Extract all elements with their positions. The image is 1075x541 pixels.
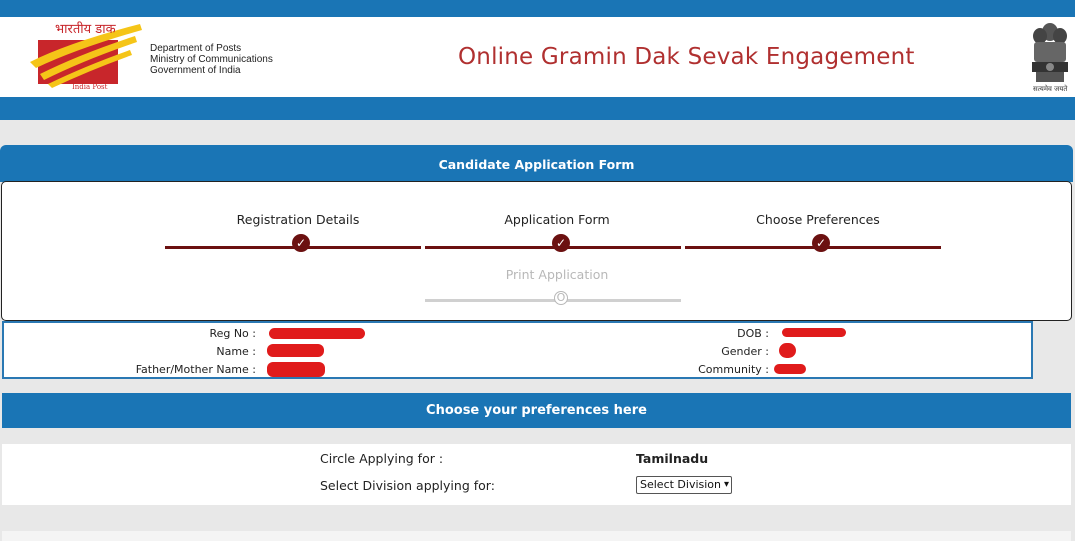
chevron-down-icon: ▾ <box>723 479 729 490</box>
circle-icon: O <box>554 291 568 305</box>
step-label-registration: Registration Details <box>236 212 360 227</box>
preferences-header: Choose your preferences here <box>2 393 1071 428</box>
redacted-reg-no <box>269 328 365 339</box>
dept-line: Government of India <box>150 65 241 76</box>
redacted-community <box>774 364 806 374</box>
step-label-application: Application Form <box>504 212 610 227</box>
division-select[interactable]: Select Division ▾ <box>636 476 732 494</box>
name-label: Name : <box>216 345 256 358</box>
dept-line: Ministry of Communications <box>150 54 273 65</box>
reg-no-label: Reg No : <box>209 327 256 340</box>
dob-label: DOB : <box>737 327 769 340</box>
community-label: Community : <box>698 363 769 376</box>
emblem-motto-text: सत्यमेव जयते <box>1033 85 1068 93</box>
step-line-print <box>425 299 681 302</box>
step-label-print: Print Application <box>505 267 609 282</box>
logo-hindi-text: भारतीय डाक <box>55 22 116 37</box>
dept-line: Department of Posts <box>150 43 242 54</box>
progress-stepper: Registration Details ✓ Application Form … <box>1 181 1072 321</box>
national-emblem-icon <box>1028 20 1072 95</box>
division-selected-value: Select Division <box>640 478 722 491</box>
check-icon: ✓ <box>812 234 830 252</box>
logo-india-post-text: India Post <box>72 83 108 91</box>
check-icon: ✓ <box>552 234 570 252</box>
site-header: भारतीय डाक India Post Department of Post… <box>0 17 1075 97</box>
check-icon: ✓ <box>292 234 310 252</box>
step-label-preferences: Choose Preferences <box>756 212 880 227</box>
parent-name-label: Father/Mother Name : <box>135 363 256 376</box>
division-label: Select Division applying for: <box>320 478 495 493</box>
redacted-name <box>267 344 324 357</box>
department-text: Department of Posts Ministry of Communic… <box>150 43 273 76</box>
redacted-parent-name <box>267 362 325 377</box>
footer-grey-band <box>2 505 1071 531</box>
page-title: Online Gramin Dak Sevak Engagement <box>458 44 915 70</box>
top-blue-bar <box>0 0 1075 17</box>
form-header: Candidate Application Form <box>0 145 1073 182</box>
candidate-info-box: Reg No : Name : Father/Mother Name : DOB… <box>2 321 1033 379</box>
gender-label: Gender : <box>721 345 769 358</box>
circle-value: Tamilnadu <box>636 451 709 466</box>
preferences-panel <box>2 444 1071 505</box>
redacted-gender <box>779 343 796 358</box>
circle-label: Circle Applying for : <box>320 451 444 466</box>
redacted-dob <box>782 328 846 337</box>
header-bottom-bar <box>0 97 1075 120</box>
footer-light-band <box>2 531 1071 541</box>
